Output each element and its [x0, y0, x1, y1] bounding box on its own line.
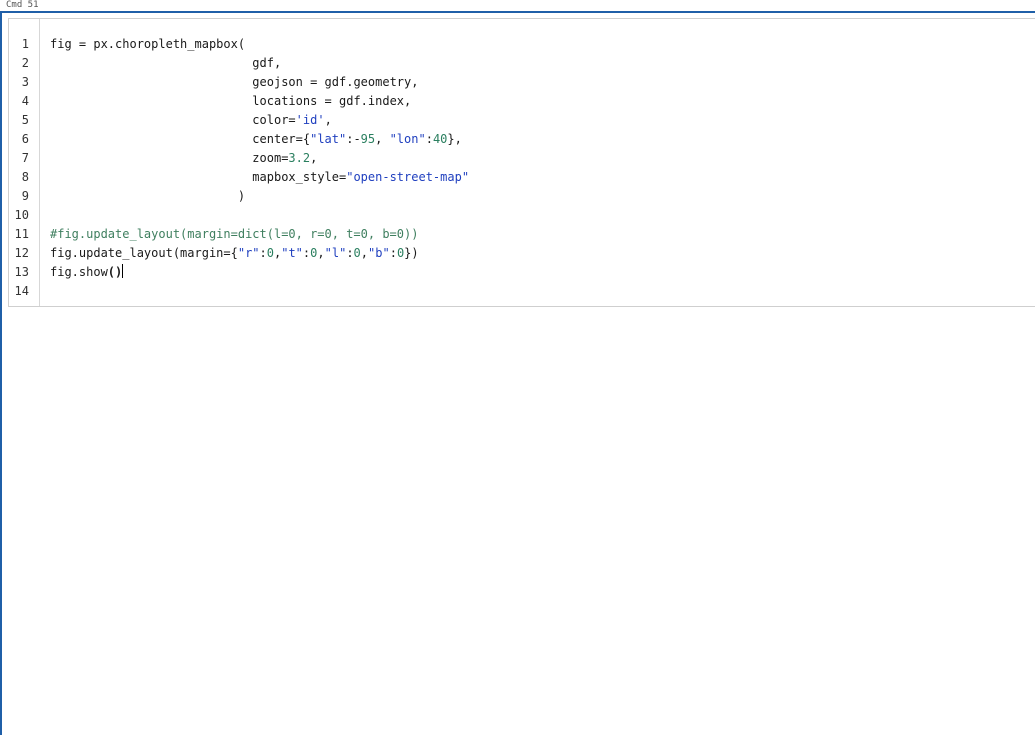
code-token: 0: [353, 246, 361, 260]
line-number: 4: [21, 94, 29, 108]
line-number: 3: [21, 75, 29, 89]
code-line[interactable]: ): [50, 187, 245, 206]
line-number: 14: [14, 284, 29, 298]
code-token: color=: [252, 113, 296, 127]
code-token: "t": [281, 246, 303, 260]
code-line[interactable]: #fig.update_layout(margin=dict(l=0, r=0,…: [50, 225, 418, 244]
code-line[interactable]: center={"lat":-95, "lon":40},: [50, 130, 462, 149]
code-line[interactable]: color='id',: [50, 111, 332, 130]
code-token: 'id': [295, 113, 325, 127]
code-token: zoom=: [252, 151, 289, 165]
code-token: "l": [324, 246, 347, 260]
line-number: 1: [21, 37, 29, 51]
code-token: ,: [360, 246, 369, 260]
code-token: mapbox_style=: [252, 170, 347, 184]
code-token: :: [259, 246, 267, 260]
line-number: 8: [21, 170, 29, 184]
code-token: "r": [237, 246, 260, 260]
code-token: center={: [252, 132, 311, 146]
code-line[interactable]: geojson = gdf.geometry,: [50, 73, 418, 92]
line-number: 2: [21, 56, 29, 70]
code-token: (): [107, 265, 123, 279]
code-cell-editor[interactable]: 1 2 3 4 5 6 7 8 9 10 11 12 13 14 fig = px.choropleth_…: [8, 18, 1035, 307]
code-token: :-: [346, 132, 361, 146]
code-token: geojson = gdf.geometry,: [252, 75, 419, 89]
line-number: 5: [21, 113, 29, 127]
line-number-gutter: 1 2 3 4 5 6 7 8 9 10 11 12 13 14: [9, 19, 40, 306]
code-token: },: [447, 132, 462, 146]
code-token: 3.2: [288, 151, 311, 165]
cmd-label: Cmd 51: [6, 0, 39, 10]
code-token: :: [425, 132, 433, 146]
code-token: locations = gdf.index,: [252, 94, 412, 108]
code-token: ,: [317, 246, 325, 260]
line-number: 9: [21, 189, 29, 203]
line-number: 7: [21, 151, 29, 165]
code-token: 0: [266, 246, 274, 260]
code-token: #fig.update_layout(margin=dict(l=0, r=0,…: [50, 227, 419, 241]
line-number: 11: [14, 227, 29, 241]
code-line[interactable]: fig.update_layout(margin={"r":0,"t":0,"l…: [50, 244, 419, 263]
code-token: "b": [368, 246, 390, 260]
code-token: gdf,: [252, 56, 282, 70]
code-line[interactable]: mapbox_style="open-street-map": [50, 168, 469, 187]
code-line[interactable]: fig.show(): [50, 263, 124, 282]
code-token: fig = px.choropleth_mapbox(: [50, 37, 246, 51]
code-token: }): [404, 246, 419, 260]
code-token: fig.update_layout(margin={: [50, 246, 238, 260]
line-number: 6: [21, 132, 29, 146]
code-token: "lat": [310, 132, 347, 146]
code-line[interactable]: fig = px.choropleth_mapbox(: [50, 35, 245, 54]
line-number: 12: [14, 246, 29, 260]
code-line[interactable]: gdf,: [50, 54, 281, 73]
code-token: 40: [432, 132, 448, 146]
code-token: "open-street-map": [346, 170, 470, 184]
code-token: ): [237, 189, 246, 203]
code-token: ,: [375, 132, 390, 146]
code-token: "lon": [389, 132, 426, 146]
text-cursor: [122, 264, 124, 278]
code-token: ,: [310, 151, 318, 165]
code-line[interactable]: locations = gdf.index,: [50, 92, 411, 111]
code-token: :: [389, 246, 397, 260]
line-number: 13: [14, 265, 29, 279]
code-token: fig.show: [50, 265, 108, 279]
code-token: 95: [360, 132, 376, 146]
code-token: :: [346, 246, 354, 260]
code-token: ,: [324, 113, 332, 127]
line-number: 10: [14, 208, 29, 222]
code-line[interactable]: zoom=3.2,: [50, 149, 317, 168]
